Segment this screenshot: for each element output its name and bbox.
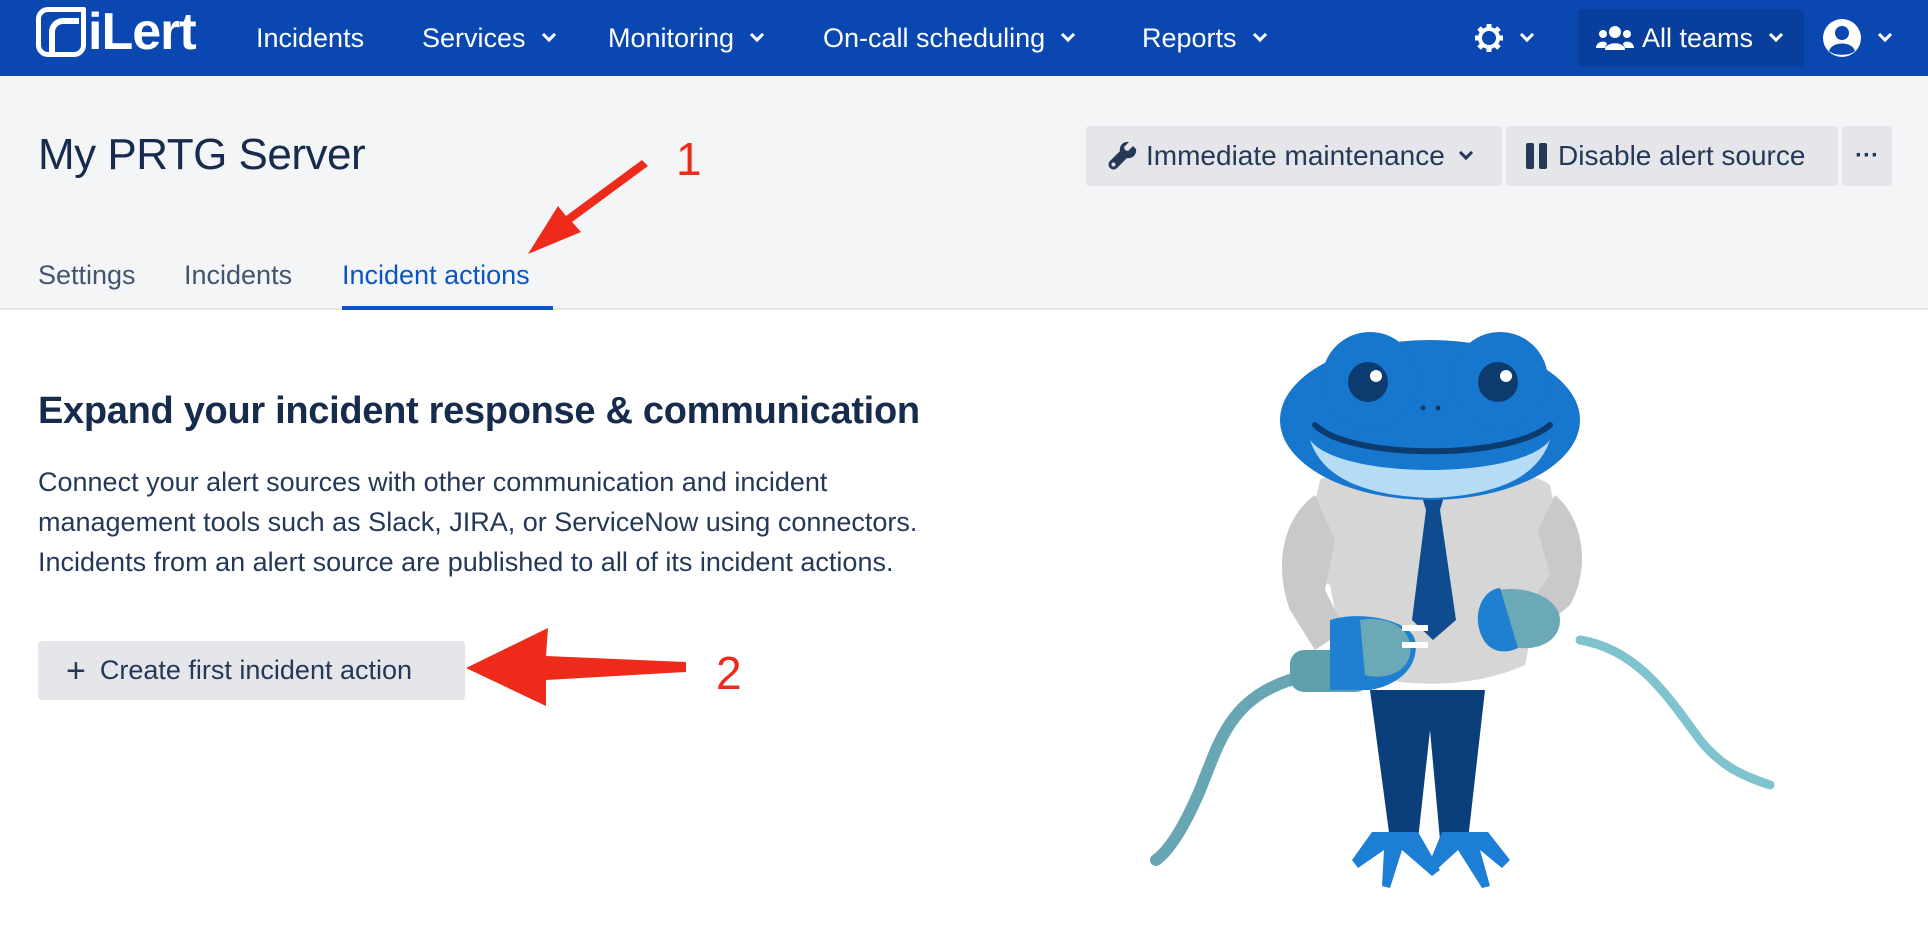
disable-alert-source-button[interactable]: Disable alert source [1506,126,1838,186]
nav-reports[interactable]: Reports [1142,0,1267,76]
tab-settings-label: Settings [38,260,136,290]
nav-on-call-label: On-call scheduling [823,22,1046,53]
chevron-down-icon [749,27,765,43]
section-title: Expand your incident response & communic… [38,390,920,432]
chevron-down-icon [541,27,556,43]
annotation-number-1: 1 [676,133,702,185]
tab-incidents-label: Incidents [184,260,293,290]
pause-icon [1526,143,1547,169]
nav-incidents[interactable]: Incidents [256,0,364,76]
top-navigation-bar: iLert Incidents Services Monitoring On-c… [0,0,1928,76]
frog-mascot-illustration [1150,332,1775,888]
team-selector[interactable]: All teams [1578,9,1804,67]
page-header: My PRTG Server Immediate maintenance Dis… [0,76,1928,310]
annotation-arrow-2 [466,628,686,706]
page-title: My PRTG Server [38,130,366,179]
section-description: Connect your alert sources with other co… [38,467,918,577]
ilert-logo[interactable]: iLert [36,6,218,58]
chevron-down-icon [1061,27,1076,43]
chevron-down-icon [1877,27,1893,43]
tab-incidents[interactable]: Incidents [184,252,292,310]
nav-services[interactable]: Services [422,0,556,76]
nav-on-call-scheduling[interactable]: On-call scheduling [823,0,1076,76]
disable-alert-source-label: Disable alert source [1558,140,1806,171]
create-incident-action-button[interactable]: + Create first incident action [38,641,465,700]
nav-services-label: Services [422,22,526,53]
create-incident-action-label: Create first incident action [99,655,413,685]
annotation-number-2: 2 [716,647,742,699]
chevron-down-icon [1252,27,1267,43]
more-actions-button[interactable]: ··· [1842,126,1892,186]
chevron-down-icon [1458,145,1473,161]
logo-mark-icon [36,7,86,57]
nav-reports-label: Reports [1142,22,1237,53]
plus-icon: + [66,651,86,690]
nav-monitoring-label: Monitoring [608,22,735,53]
immediate-maintenance-label: Immediate maintenance [1146,140,1445,171]
user-avatar-icon [1823,19,1861,57]
logo-wordmark: iLert [88,3,197,61]
team-selector-label: All teams [1642,22,1754,53]
tab-incident-actions-label: Incident actions [342,260,530,290]
nav-monitoring[interactable]: Monitoring [608,0,765,76]
settings-menu[interactable] [1474,0,1535,76]
more-icon: ··· [1855,142,1879,169]
users-icon [1596,26,1634,50]
wrench-icon [1108,141,1137,170]
nav-incidents-label: Incidents [256,22,365,53]
chevron-down-icon [1768,27,1784,43]
gear-icon [1475,24,1503,52]
tab-settings[interactable]: Settings [38,252,136,310]
chevron-down-icon [1519,27,1535,43]
user-menu[interactable] [1822,0,1893,76]
immediate-maintenance-button[interactable]: Immediate maintenance [1086,126,1502,186]
